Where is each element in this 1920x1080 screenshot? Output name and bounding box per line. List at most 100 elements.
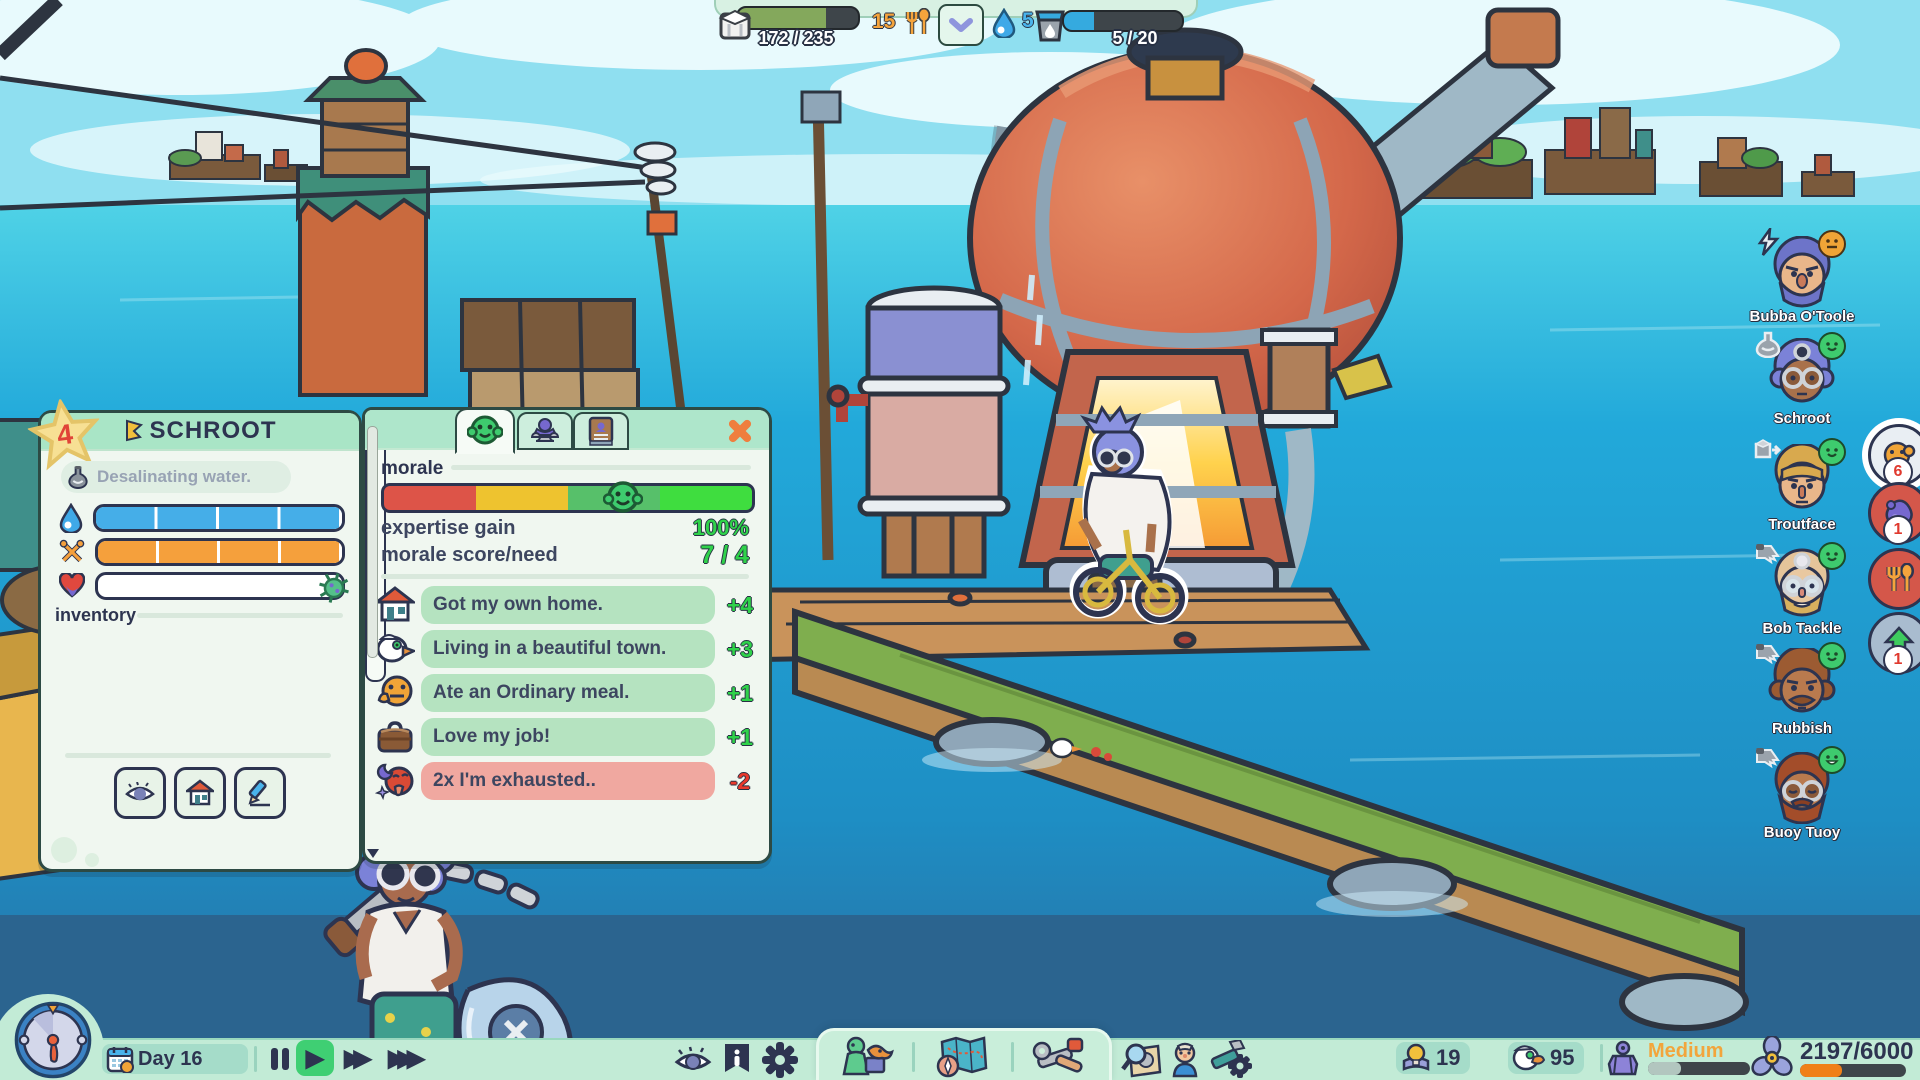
day-label: Day 16 (138, 1048, 203, 1071)
scrollbar-thumb[interactable] (367, 426, 378, 658)
crew-member-buoy-tuoy[interactable]: Buoy Tuoy (1742, 752, 1862, 841)
water-tank-count: 5 / 20 (1090, 28, 1180, 49)
germ-icon (313, 567, 355, 609)
expertise-value: 100% (693, 515, 749, 541)
character-name: SCHROOT (150, 417, 277, 445)
mood-happy-icon (1818, 542, 1846, 570)
research-button[interactable] (1120, 1042, 1162, 1078)
exhausted-face-icon (375, 761, 415, 801)
mood-neutral-icon (1818, 230, 1846, 258)
close-button[interactable] (725, 416, 755, 446)
divider (1600, 1044, 1603, 1072)
tab-work[interactable] (517, 412, 573, 450)
seagull-pill[interactable]: 95 (1508, 1042, 1584, 1074)
crew-name: Bubba O'Toole (1742, 309, 1862, 325)
research-points-pill[interactable]: 19 (1396, 1042, 1470, 1074)
crew-member-bob-tackle[interactable]: Bob Tackle (1742, 548, 1862, 637)
meals-count: 15 (872, 10, 895, 34)
fastest-forward-button[interactable]: ▶▶▶ (388, 1044, 425, 1073)
divider (1011, 1042, 1014, 1072)
tab-morale[interactable] (455, 408, 515, 454)
crew-member-schroot[interactable]: Schroot (1742, 338, 1862, 427)
drifters-button[interactable] (838, 1036, 894, 1078)
home-button[interactable] (174, 767, 226, 819)
morale-modifier-row: 2x I'm exhausted.. -2 (375, 761, 759, 801)
crew-member-bubba[interactable]: Bubba O'Toole (1742, 236, 1862, 325)
morale-modifier-row: Love my job! +1 (375, 717, 759, 757)
water-droplet-icon (992, 8, 1016, 38)
current-task-pill: Desalinating water. (61, 461, 291, 493)
time-clock[interactable] (6, 1000, 100, 1080)
morale-modifier-row: Got my own home. +4 (375, 585, 759, 625)
crew-portrait (1766, 752, 1838, 824)
divider (65, 753, 331, 758)
pause-icon (282, 1048, 289, 1070)
info-button[interactable] (722, 1042, 752, 1078)
morale-score-value: 7 / 4 (700, 541, 749, 570)
divider (137, 613, 343, 618)
crew-name: Schroot (1742, 411, 1862, 427)
morale-modifier-row: Living in a beautiful town. +3 (375, 629, 759, 669)
build-button[interactable] (1032, 1035, 1090, 1079)
flask-icon (1754, 330, 1782, 358)
storage-count: 172 / 235 (730, 28, 862, 49)
flag-icon (124, 419, 144, 443)
game-screen: 172 / 235 15 5 5 / 20 Bubba O'Toole (0, 0, 1920, 1080)
tab-journal[interactable] (573, 412, 629, 450)
storage-bar (736, 6, 856, 26)
crew-name: Rubbish (1742, 721, 1862, 737)
rename-button[interactable] (234, 767, 286, 819)
chevron-down-icon (949, 18, 973, 32)
saw-icon (1754, 540, 1782, 568)
crew-portrait (1766, 338, 1838, 410)
modifier-text: Got my own home. (421, 586, 715, 624)
crossed-utensils-icon (59, 538, 85, 566)
flask-icon (67, 464, 89, 490)
propeller-icon (1750, 1036, 1794, 1080)
crew-name: Troutface (1742, 517, 1862, 533)
citizens-button[interactable] (1168, 1042, 1202, 1078)
water-stat-bar (93, 504, 345, 532)
crew-member-rubbish[interactable]: Rubbish (1742, 648, 1862, 737)
idea-book-icon (1400, 1043, 1432, 1073)
mood-happy-icon (1818, 332, 1846, 360)
alert-badge: 1 (1883, 645, 1913, 675)
work-wrench-icon (528, 417, 562, 445)
settings-button[interactable] (760, 1040, 800, 1080)
expertise-label: expertise gain (381, 517, 516, 540)
expertise-row: expertise gain 100% (381, 515, 749, 541)
hud-expand-button[interactable] (938, 4, 984, 46)
pause-button[interactable] (268, 1046, 292, 1072)
map-button[interactable] (934, 1036, 992, 1078)
fast-forward-button[interactable]: ▶▶ (344, 1044, 372, 1073)
research-points-value: 19 (1436, 1045, 1460, 1071)
town-size-bar (1648, 1062, 1750, 1075)
morale-marker-face-icon (603, 479, 643, 517)
saw-icon (1754, 744, 1782, 772)
scroll-down-arrow[interactable] (367, 849, 379, 858)
character-actions (41, 767, 359, 819)
play-button[interactable]: ▶ (296, 1040, 334, 1076)
crew-member-troutface[interactable]: Troutface (1742, 444, 1862, 533)
town-size-label: Medium (1648, 1040, 1724, 1063)
divider (451, 465, 751, 470)
water-droplet-icon (59, 503, 83, 533)
briefcase-icon (375, 719, 415, 755)
day-counter[interactable]: Day 16 (102, 1044, 248, 1074)
visibility-button[interactable] (674, 1046, 712, 1074)
crate-icon (1754, 436, 1782, 464)
divider (381, 574, 749, 579)
modifier-text: Ate an Ordinary meal. (421, 674, 715, 712)
fast-forward-icon: ▶▶ (344, 1044, 363, 1073)
water-tank-bar (1062, 10, 1180, 28)
propulsion-bar (1800, 1064, 1906, 1077)
town-weight-icon (1606, 1040, 1640, 1078)
morale-modifier-row: Ate an Ordinary meal. +1 (375, 673, 759, 713)
main-menu-plate (816, 1028, 1112, 1080)
crafting-button[interactable] (1210, 1040, 1254, 1080)
utensils-icon (904, 8, 932, 38)
alert-badge: 1 (1883, 515, 1913, 545)
crew-portrait (1766, 444, 1838, 516)
follow-button[interactable] (114, 767, 166, 819)
health-stat-bar (95, 572, 345, 600)
